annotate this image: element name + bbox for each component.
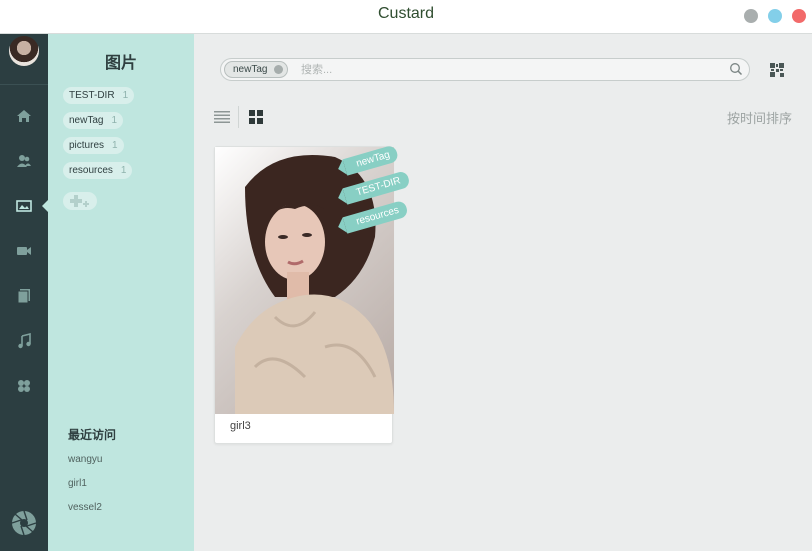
nav-documents[interactable] bbox=[0, 276, 48, 316]
tag-count: 1 bbox=[112, 140, 118, 151]
close-button[interactable] bbox=[792, 9, 806, 23]
category-panel: 图片 TEST-DIR 1 newTag 1 pictures 1 resour… bbox=[48, 34, 194, 551]
tag-label: pictures bbox=[69, 140, 105, 151]
search-input[interactable] bbox=[301, 62, 701, 77]
image-caption: girl3 bbox=[230, 420, 251, 432]
qr-code-icon[interactable] bbox=[769, 62, 785, 78]
divider bbox=[0, 84, 48, 85]
search-bar[interactable]: newTag bbox=[220, 58, 750, 81]
video-icon bbox=[17, 247, 31, 255]
recent-item[interactable]: girl1 bbox=[68, 478, 87, 489]
image-card[interactable]: newTag TEST-DIR resources girl3 bbox=[214, 144, 411, 444]
nav-music[interactable] bbox=[0, 321, 48, 361]
tag-filter-newtag[interactable]: newTag 1 bbox=[63, 112, 124, 129]
add-tag-icon bbox=[70, 195, 89, 207]
nav-images[interactable] bbox=[0, 186, 48, 226]
chip-label: newTag bbox=[233, 64, 268, 75]
tag-count: 1 bbox=[122, 90, 129, 101]
grid-view-icon[interactable] bbox=[249, 110, 263, 124]
nav-home[interactable] bbox=[0, 96, 48, 136]
panel-title: 图片 bbox=[104, 53, 137, 72]
divider bbox=[238, 106, 239, 128]
nav-apps[interactable] bbox=[0, 366, 48, 406]
aperture-logo-icon[interactable] bbox=[11, 510, 37, 536]
tag-count: 1 bbox=[111, 115, 118, 126]
minimize-button[interactable] bbox=[744, 9, 758, 23]
search-icon[interactable] bbox=[729, 62, 743, 76]
nav-rail bbox=[0, 34, 48, 551]
users-icon bbox=[17, 155, 31, 167]
maximize-button[interactable] bbox=[768, 9, 782, 23]
tag-label: resources bbox=[69, 165, 113, 176]
music-icon bbox=[18, 333, 31, 349]
tag-count: 1 bbox=[120, 165, 127, 176]
document-icon bbox=[17, 289, 30, 304]
add-tag-button[interactable] bbox=[63, 192, 97, 210]
window-title: Custard bbox=[377, 5, 435, 22]
image-icon bbox=[16, 200, 32, 212]
search-tag-chip[interactable]: newTag bbox=[224, 61, 289, 78]
tag-label: newTag bbox=[69, 115, 104, 126]
nav-users[interactable] bbox=[0, 141, 48, 181]
recent-item[interactable]: wangyu bbox=[68, 454, 102, 465]
avatar[interactable] bbox=[9, 36, 39, 66]
tag-filter-pictures[interactable]: pictures 1 bbox=[63, 137, 124, 154]
recent-item[interactable]: vessel2 bbox=[68, 502, 102, 513]
home-icon bbox=[17, 110, 31, 122]
title-bar: Custard bbox=[0, 0, 812, 34]
apps-icon bbox=[18, 380, 30, 392]
chip-remove-icon[interactable] bbox=[274, 65, 284, 74]
list-view-icon[interactable] bbox=[214, 110, 230, 124]
main-content: newTag 按时间排序 bbox=[194, 34, 812, 551]
recent-title: 最近访问 bbox=[68, 428, 117, 442]
nav-videos[interactable] bbox=[0, 231, 48, 271]
tag-filter-resources[interactable]: resources 1 bbox=[63, 162, 133, 179]
tag-label: TEST-DIR bbox=[69, 90, 115, 101]
tag-filter-test-dir[interactable]: TEST-DIR 1 bbox=[63, 87, 135, 104]
sort-by-time-button[interactable]: 按时间排序 bbox=[727, 108, 792, 127]
